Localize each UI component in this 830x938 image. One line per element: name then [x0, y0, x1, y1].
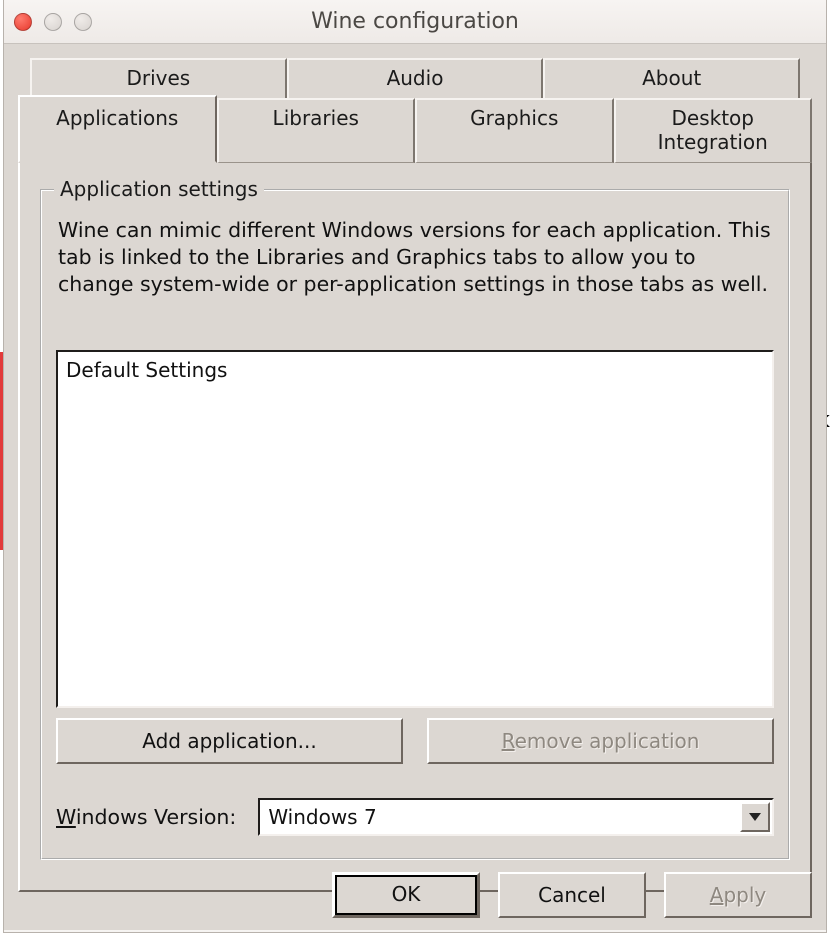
windows-version-label: Windows Version: [56, 805, 236, 829]
remove-text: emove application [515, 729, 700, 753]
list-item[interactable]: Default Settings [64, 356, 766, 384]
chevron-down-icon[interactable] [740, 802, 770, 832]
version-label-text: indows Version: [76, 805, 237, 829]
close-icon[interactable] [14, 13, 32, 31]
titlebar: Wine configuration [4, 0, 826, 44]
version-mnemonic: W [56, 805, 76, 829]
minimize-icon[interactable] [44, 13, 62, 31]
remove-application-button: Remove application [427, 718, 774, 764]
tab-audio[interactable]: Audio [287, 58, 544, 99]
add-application-button[interactable]: Add application... [56, 718, 403, 764]
maximize-icon[interactable] [74, 13, 92, 31]
windows-version-dropdown[interactable]: Windows 7 [258, 798, 774, 836]
ok-button[interactable]: OK [332, 872, 480, 918]
tab-desktop-integration[interactable]: Desktop Integration [614, 98, 813, 163]
groupbox-description: Wine can mimic different Windows version… [58, 217, 772, 298]
tab-libraries[interactable]: Libraries [217, 98, 416, 163]
apply-button: Apply [664, 872, 812, 918]
applications-listbox[interactable]: Default Settings [56, 350, 774, 708]
apply-mnemonic: A [710, 883, 724, 907]
apply-text: pply [723, 883, 766, 907]
groupbox-application-settings: Application settings Wine can mimic diff… [40, 189, 790, 860]
groupbox-legend: Application settings [54, 177, 264, 201]
tab-graphics[interactable]: Graphics [415, 98, 614, 163]
tab-drives[interactable]: Drives [30, 58, 287, 99]
tab-about[interactable]: About [543, 58, 800, 99]
windows-version-value: Windows 7 [260, 800, 738, 834]
tab-applications[interactable]: Applications [18, 95, 217, 163]
tab-panel-applications: Application settings Wine can mimic diff… [18, 163, 812, 892]
remove-mnemonic: R [502, 729, 515, 753]
window-title: Wine configuration [4, 9, 826, 34]
cancel-button[interactable]: Cancel [498, 872, 646, 918]
